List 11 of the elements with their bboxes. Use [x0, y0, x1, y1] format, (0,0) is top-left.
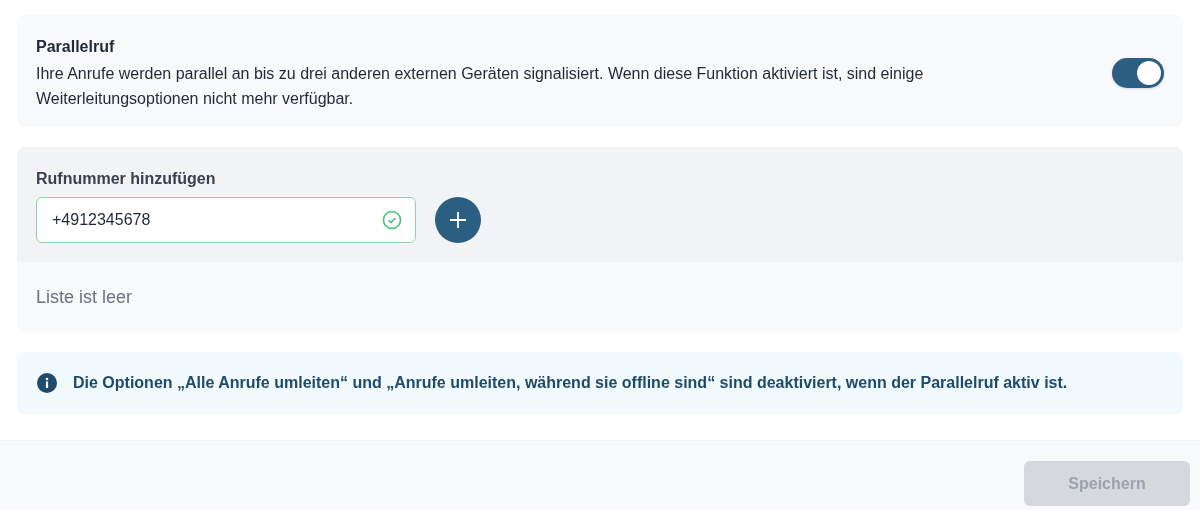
- check-circle-icon: [382, 210, 402, 230]
- info-icon: [37, 373, 57, 393]
- info-text: Die Optionen „Alle Anrufe umleiten“ und „Anrufe umleiten, während sie offline sind“ sind deaktiviert, wenn der Parallelruf aktiv ist.: [73, 373, 1068, 393]
- field-label: Rufnummer hinzufügen: [36, 169, 217, 189]
- plus-icon: [449, 211, 467, 229]
- empty-list-text: Liste ist leer: [36, 287, 133, 307]
- section-title: Parallelruf: [36, 37, 116, 57]
- phone-input-field[interactable]: +4912345678: [36, 197, 416, 243]
- description-text: Ihre Anrufe werden parallel an bis zu drei anderen externen Geräten signalisiert. Wenn diese Funktion aktiviert ist, sind einige Weiterleitungsoptionen nicht mehr verfügbar.: [36, 64, 925, 109]
- add-icon-button[interactable]: [435, 197, 481, 243]
- toggle-switch[interactable]: [1112, 58, 1164, 88]
